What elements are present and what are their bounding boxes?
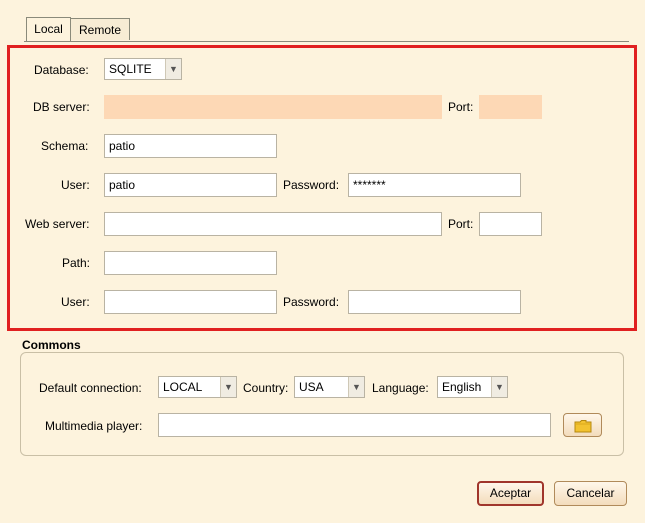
user-input[interactable] (104, 173, 277, 197)
language-select[interactable]: English ▼ (437, 376, 508, 398)
chevron-down-icon: ▼ (165, 59, 181, 79)
db-port-input[interactable] (479, 95, 542, 119)
multimedia-player-label: Multimedia player: (45, 419, 143, 433)
db-server-label: DB server: (33, 100, 90, 114)
cancel-button[interactable]: Cancelar (554, 481, 627, 506)
web-server-input[interactable] (104, 212, 442, 236)
browse-folder-button[interactable] (563, 413, 602, 437)
db-port-label: Port: (448, 100, 474, 114)
default-connection-label: Default connection: (39, 381, 142, 395)
commons-group (20, 352, 624, 456)
language-label: Language: (372, 381, 429, 395)
country-value: USA (299, 380, 324, 394)
web-password-input[interactable] (348, 290, 521, 314)
password-label: Password: (283, 178, 340, 192)
web-port-input[interactable] (479, 212, 542, 236)
commons-title: Commons (22, 338, 81, 352)
default-connection-select[interactable]: LOCAL ▼ (158, 376, 237, 398)
database-select[interactable]: SQLITE ▼ (104, 58, 182, 80)
path-input[interactable] (104, 251, 277, 275)
schema-input[interactable] (104, 134, 277, 158)
tab-remote[interactable]: Remote (70, 18, 130, 40)
database-label: Database: (34, 63, 89, 77)
web-server-label: Web server: (25, 217, 90, 231)
country-select[interactable]: USA ▼ (294, 376, 365, 398)
path-label: Path: (62, 256, 91, 270)
web-password-label: Password: (283, 295, 340, 309)
tab-divider (24, 41, 629, 42)
password-input[interactable] (348, 173, 521, 197)
chevron-down-icon: ▼ (491, 377, 507, 397)
accept-button[interactable]: Aceptar (477, 481, 544, 506)
web-user-label: User: (61, 295, 90, 309)
user-label: User: (61, 178, 90, 192)
database-value: SQLITE (109, 62, 152, 76)
multimedia-player-input[interactable] (158, 413, 551, 437)
tab-local[interactable]: Local (26, 17, 71, 41)
language-value: English (442, 380, 482, 394)
default-connection-value: LOCAL (163, 380, 203, 394)
country-label: Country: (243, 381, 289, 395)
folder-icon (574, 418, 592, 433)
schema-label: Schema: (41, 139, 89, 153)
chevron-down-icon: ▼ (348, 377, 364, 397)
chevron-down-icon: ▼ (220, 377, 236, 397)
db-server-input[interactable] (104, 95, 442, 119)
web-port-label: Port: (448, 217, 474, 231)
web-user-input[interactable] (104, 290, 277, 314)
